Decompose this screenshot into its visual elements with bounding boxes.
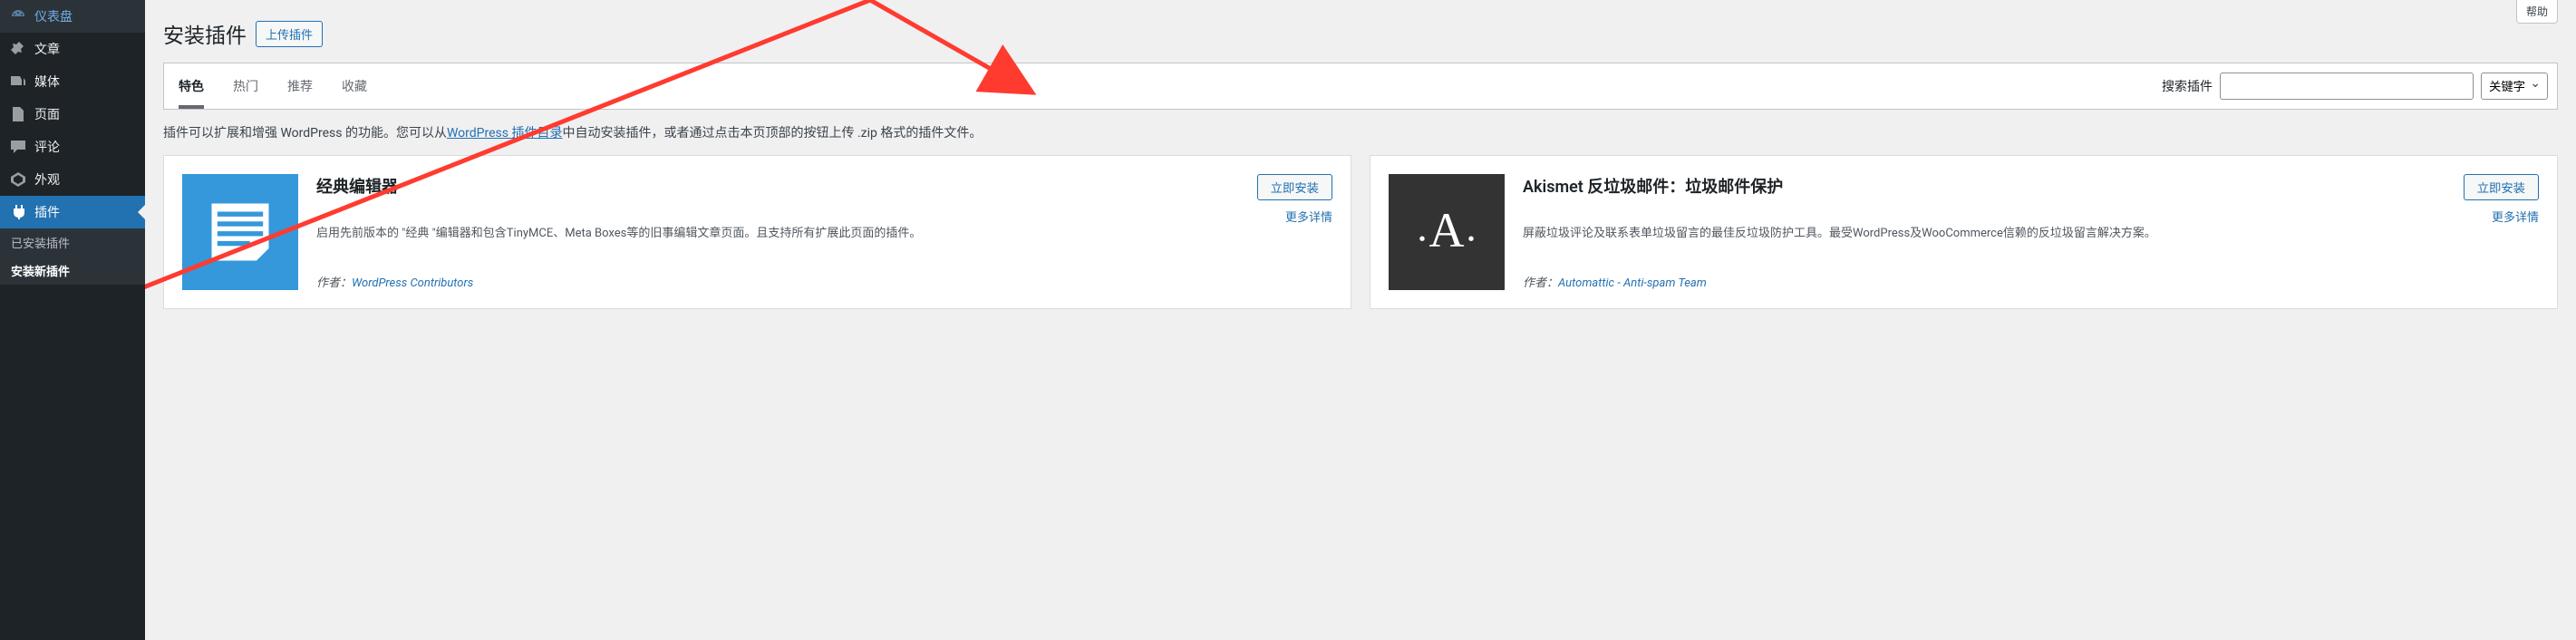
description-text: 插件可以扩展和增强 WordPress 的功能。您可以从WordPress 插件… xyxy=(163,123,2558,141)
search-label: 搜索插件 xyxy=(2162,77,2213,95)
plugin-icon-akismet: A xyxy=(1389,174,1505,290)
submenu-installed-plugins[interactable]: 已安装插件 xyxy=(0,228,145,257)
plugin-card: A Akismet 反垃圾邮件：垃圾邮件保护 立即安装 更多详情 屏蔽垃圾评论及… xyxy=(1370,155,2558,309)
media-icon xyxy=(9,73,27,91)
menu-label: 页面 xyxy=(34,105,60,123)
dashboard-icon xyxy=(9,7,27,25)
sidebar-item-comments[interactable]: 评论 xyxy=(0,131,145,163)
upload-plugin-button[interactable]: 上传插件 xyxy=(256,21,323,47)
menu-label: 外观 xyxy=(34,170,60,189)
plugin-directory-link[interactable]: WordPress 插件目录 xyxy=(447,126,563,141)
filter-tabs: 特色 热门 推荐 收藏 xyxy=(164,63,2153,109)
page-title: 安装插件 xyxy=(163,18,247,49)
plugin-title[interactable]: 经典编辑器 xyxy=(316,174,398,216)
sidebar-item-appearance[interactable]: 外观 xyxy=(0,163,145,196)
install-button[interactable]: 立即安装 xyxy=(2464,174,2539,200)
plugin-description: 屏蔽垃圾评论及联系表单垃圾留言的最佳反垃圾防护工具。最受WordPress及Wo… xyxy=(1523,225,2539,259)
filter-bar: 特色 热门 推荐 收藏 搜索插件 关键字 xyxy=(163,63,2558,110)
admin-sidebar: 仪表盘 文章 媒体 页面 评论 外观 插件 已安装插件 安装新插件 xyxy=(0,0,145,640)
sidebar-item-plugins[interactable]: 插件 xyxy=(0,196,145,228)
menu-label: 评论 xyxy=(34,138,60,156)
menu-label: 仪表盘 xyxy=(34,7,73,25)
plugin-author: 作者：WordPress Contributors xyxy=(316,273,1332,290)
pin-icon xyxy=(9,40,27,58)
search-area: 搜索插件 关键字 xyxy=(2153,65,2557,107)
plugin-card: 经典编辑器 立即安装 更多详情 启用先前版本的 "经典 "编辑器和包含TinyM… xyxy=(163,155,1351,309)
appearance-icon xyxy=(9,170,27,189)
plugin-cards: 经典编辑器 立即安装 更多详情 启用先前版本的 "经典 "编辑器和包含TinyM… xyxy=(163,155,2558,309)
comment-icon xyxy=(9,138,27,156)
sidebar-item-posts[interactable]: 文章 xyxy=(0,33,145,65)
plugin-author: 作者：Automattic - Anti-spam Team xyxy=(1523,273,2539,290)
svg-text:A: A xyxy=(1429,203,1465,257)
page-header: 安装插件 上传插件 xyxy=(163,0,2558,63)
menu-label: 插件 xyxy=(34,203,60,221)
main-content: 帮助 安装插件 上传插件 特色 热门 推荐 收藏 搜索插件 关键字 xyxy=(145,0,2576,640)
help-tab[interactable]: 帮助 xyxy=(2516,0,2558,24)
plugin-description: 启用先前版本的 "经典 "编辑器和包含TinyMCE、Meta Boxes等的旧… xyxy=(316,225,1332,259)
menu-label: 文章 xyxy=(34,40,60,58)
submenu-add-new-plugin[interactable]: 安装新插件 xyxy=(0,257,145,285)
details-link[interactable]: 更多详情 xyxy=(1285,208,1332,225)
filter-tab-featured[interactable]: 特色 xyxy=(164,63,218,109)
sidebar-item-pages[interactable]: 页面 xyxy=(0,98,145,131)
sidebar-item-dashboard[interactable]: 仪表盘 xyxy=(0,0,145,33)
filter-tab-favorites[interactable]: 收藏 xyxy=(327,63,382,109)
plugin-icon-classic-editor xyxy=(182,174,298,290)
filter-tab-recommended[interactable]: 推荐 xyxy=(273,63,327,109)
plugin-icon xyxy=(9,203,27,221)
menu-label: 媒体 xyxy=(34,73,60,91)
plugins-submenu: 已安装插件 安装新插件 xyxy=(0,228,145,285)
install-button[interactable]: 立即安装 xyxy=(1257,174,1332,200)
search-input[interactable] xyxy=(2220,73,2474,100)
search-type-select[interactable]: 关键字 xyxy=(2481,73,2548,100)
sidebar-item-media[interactable]: 媒体 xyxy=(0,65,145,98)
filter-tab-popular[interactable]: 热门 xyxy=(218,63,273,109)
details-link[interactable]: 更多详情 xyxy=(2492,208,2539,225)
page-icon xyxy=(9,105,27,123)
plugin-title[interactable]: Akismet 反垃圾邮件：垃圾邮件保护 xyxy=(1523,174,1783,216)
